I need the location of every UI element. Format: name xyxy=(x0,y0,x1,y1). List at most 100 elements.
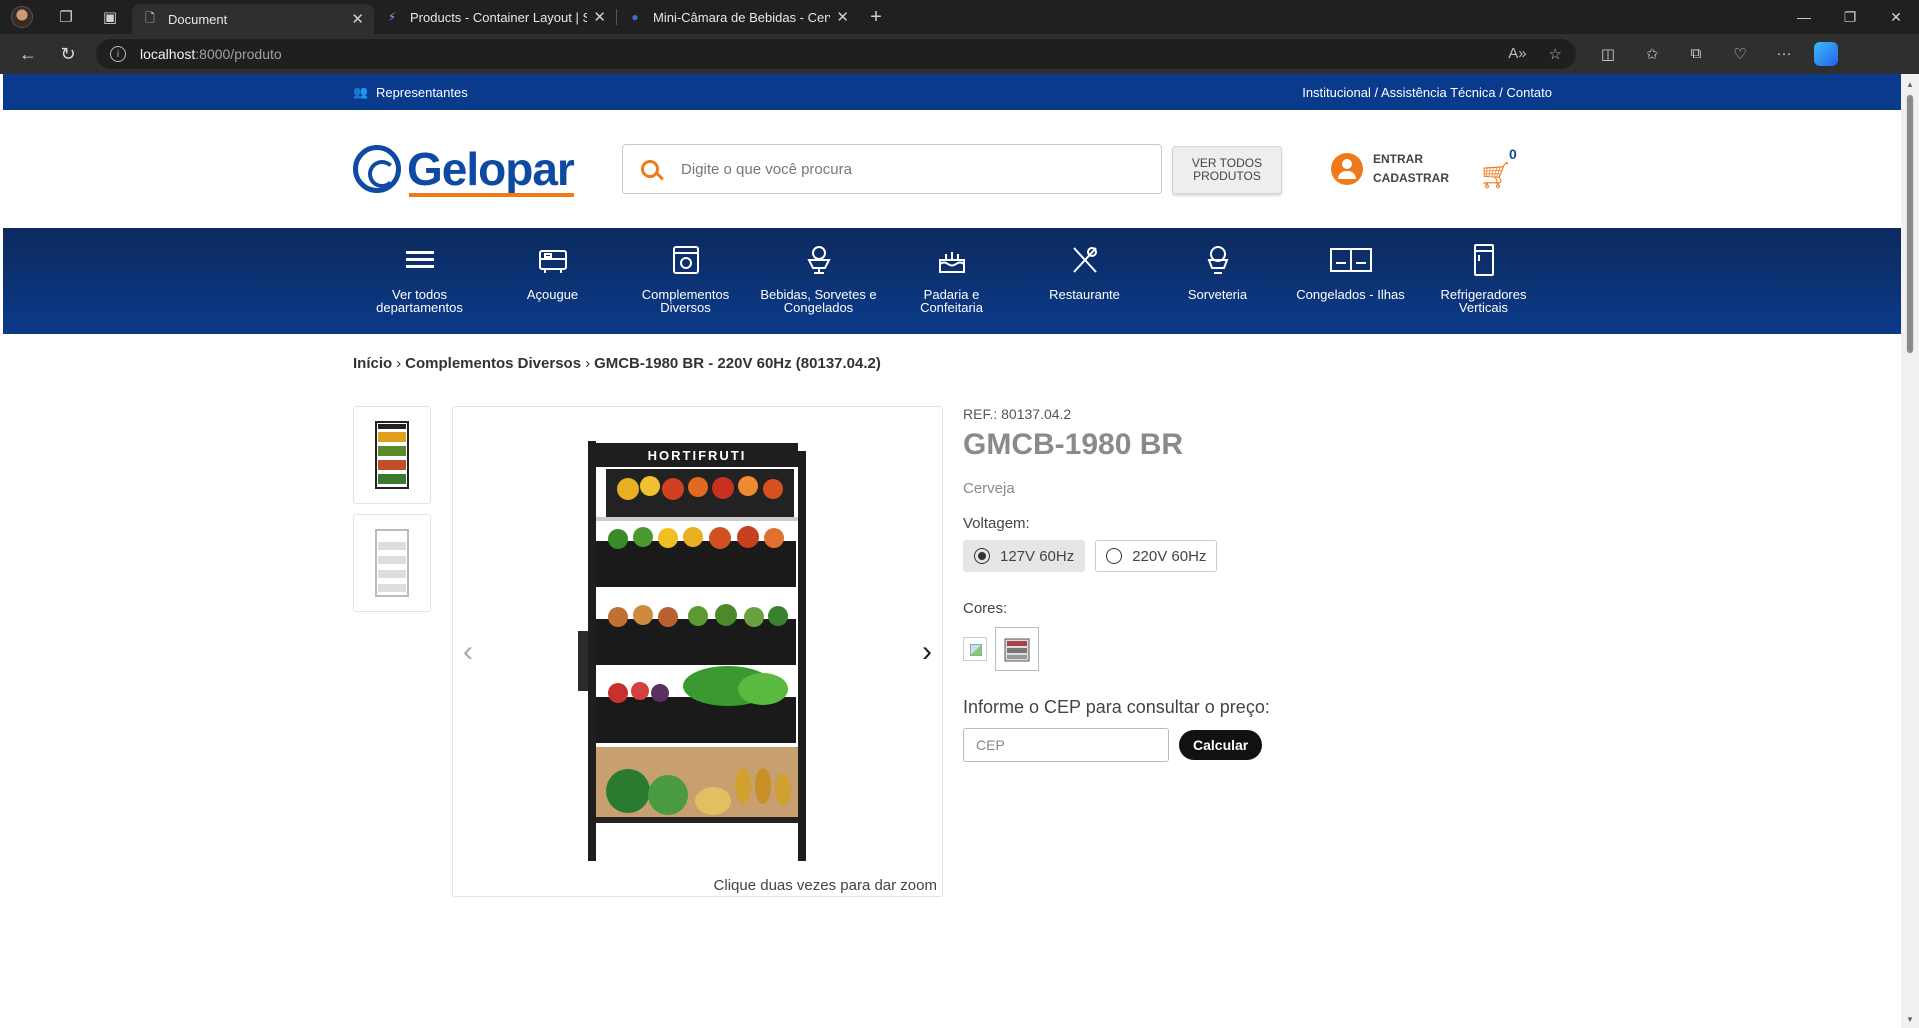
zoom-hint: Clique duas vezes para dar zoom xyxy=(713,877,937,894)
product-thumbnail-1[interactable] xyxy=(353,406,431,504)
login-link[interactable]: ENTRAR CADASTRAR xyxy=(1331,150,1449,188)
fridge-icon xyxy=(1472,242,1496,278)
url-host: localhost xyxy=(140,46,196,62)
browser-tab-1[interactable]: 🗋 Document ✕ xyxy=(132,4,374,34)
scroll-up-icon[interactable]: ▲ xyxy=(1906,80,1914,89)
browser-tab-3[interactable]: ● Mini-Câmara de Bebidas - Cervej ✕ xyxy=(617,0,859,34)
new-tab-button[interactable]: + xyxy=(859,6,893,29)
voltage-option-220v[interactable]: 220V 60Hz xyxy=(1095,540,1218,572)
profile-avatar[interactable] xyxy=(0,0,44,34)
tab-actions-icon[interactable]: ▣ xyxy=(88,0,132,34)
site-info-icon[interactable]: i xyxy=(110,46,126,62)
product-photo: HORTIFRUTI xyxy=(578,441,806,861)
collections-icon[interactable]: ⧉ xyxy=(1674,45,1718,63)
category-congelados-ilhas[interactable]: Congelados - Ilhas xyxy=(1284,228,1417,334)
breadcrumb-separator: › xyxy=(396,355,402,372)
product-info: REF.: 80137.04.2 GMCB-1980 BR Cerveja Vo… xyxy=(963,406,1463,762)
ice-cream-icon xyxy=(1203,242,1233,278)
voltage-option-127v[interactable]: 127V 60Hz xyxy=(963,540,1086,572)
back-icon[interactable]: ← xyxy=(8,38,48,70)
calcular-button[interactable]: Calcular xyxy=(1179,730,1263,760)
close-icon[interactable]: ✕ xyxy=(836,8,849,26)
cart-icon: 🛒︎ xyxy=(1479,160,1513,190)
color-options xyxy=(963,627,1463,671)
breadcrumb-current: GMCB-1980 BR - 220V 60Hz (80137.04.2) xyxy=(594,355,881,372)
category-ver-todos[interactable]: Ver todos departamentos xyxy=(353,228,486,334)
cake-icon xyxy=(936,242,968,278)
read-aloud-icon[interactable]: A» xyxy=(1508,45,1526,63)
cep-input[interactable] xyxy=(963,728,1169,762)
copilot-icon[interactable] xyxy=(1814,42,1838,66)
category-label: Padaria e Confeitaria xyxy=(920,287,983,315)
cadastrar-label: CADASTRAR xyxy=(1373,171,1449,185)
cart-button[interactable]: 🛒︎ 0 xyxy=(1479,146,1519,190)
favorite-star-icon[interactable]: ☆ xyxy=(1549,45,1562,63)
breadcrumb-category[interactable]: Complementos Diversos xyxy=(405,355,581,372)
url-input[interactable]: i localhost :8000/produto A» ☆ xyxy=(96,39,1576,69)
ice-cream-bowl-icon xyxy=(804,242,834,278)
chevron-right-icon[interactable]: › xyxy=(922,635,932,669)
restore-icon[interactable]: ❐ xyxy=(1827,9,1873,26)
browser-tab-2[interactable]: ⚡ Products - Container Layout | Sne ✕ xyxy=(374,0,616,34)
search-input[interactable] xyxy=(681,160,1141,178)
close-icon[interactable]: ✕ xyxy=(351,10,364,28)
category-nav: Ver todos departamentos Açougue Compleme… xyxy=(3,228,1901,334)
top-strip: 👥 Representantes Institucional / Assistê… xyxy=(3,74,1901,110)
radio-selected-icon xyxy=(974,548,990,564)
close-icon[interactable]: ✕ xyxy=(593,8,606,26)
category-padaria[interactable]: Padaria e Confeitaria xyxy=(885,228,1018,334)
display-case-icon xyxy=(670,242,702,278)
chevron-left-icon[interactable]: ‹ xyxy=(463,635,473,669)
gelopar-icon: ● xyxy=(631,10,639,24)
close-window-icon[interactable]: ✕ xyxy=(1873,9,1919,26)
category-label: Complementos Diversos xyxy=(641,287,730,315)
category-complementos[interactable]: Complementos Diversos xyxy=(619,228,752,334)
more-menu-icon[interactable]: ··· xyxy=(1762,45,1806,63)
category-label: Açougue xyxy=(526,287,579,302)
logo-mark-icon xyxy=(353,145,401,193)
login-text: ENTRAR CADASTRAR xyxy=(1373,150,1449,188)
institutional-links[interactable]: Institucional / Assistência Técnica / Co… xyxy=(1302,85,1552,100)
category-acougue[interactable]: Açougue xyxy=(486,228,619,334)
tab-title: Mini-Câmara de Bebidas - Cervej xyxy=(653,9,831,25)
category-restaurante[interactable]: Restaurante xyxy=(1018,228,1151,334)
split-screen-icon[interactable]: ◫ xyxy=(1586,45,1630,63)
category-label: Congelados - Ilhas xyxy=(1296,287,1405,302)
gelopar-logo[interactable]: Gelopar xyxy=(353,143,575,197)
product-section: ‹ HORTIFRUTI › Clique duas vezes para da… xyxy=(3,406,1901,1006)
menu-icon xyxy=(405,242,434,278)
window-controls: — ❐ ✕ xyxy=(1781,9,1919,26)
favorites-icon[interactable]: ✩ xyxy=(1630,45,1674,63)
page-content: 👥 Representantes Institucional / Assistê… xyxy=(3,74,1901,1028)
breadcrumb: Início › Complementos Diversos › GMCB-1980 B… xyxy=(3,334,1901,406)
color-swatch-image[interactable] xyxy=(995,627,1039,671)
category-label: Sorveteria xyxy=(1187,287,1248,302)
scroll-down-icon[interactable]: ▼ xyxy=(1906,1015,1914,1024)
product-thumbnail-2[interactable] xyxy=(353,514,431,612)
category-refrigeradores[interactable]: Refrigeradores Verticais xyxy=(1417,228,1550,334)
representantes-label: Representantes xyxy=(375,84,468,100)
browser-essentials-icon[interactable]: ♡ xyxy=(1718,45,1762,63)
voltage-options: 127V 60Hz 220V 60Hz xyxy=(963,540,1463,572)
cep-label: Informe o CEP para consultar o preço: xyxy=(963,697,1270,717)
category-bebidas[interactable]: Bebidas, Sorvetes e Congelados xyxy=(752,228,885,334)
breadcrumb-home[interactable]: Início xyxy=(353,355,392,372)
page-scrollbar[interactable]: ▲ ▼ xyxy=(1901,74,1919,1028)
ver-todos-produtos-button[interactable]: VER TODOS PRODUTOS xyxy=(1172,146,1282,194)
product-main-image[interactable]: ‹ HORTIFRUTI › Clique duas vezes para da… xyxy=(452,406,943,897)
product-ref: REF.: 80137.04.2 xyxy=(963,406,1072,422)
category-sorveteria[interactable]: Sorveteria xyxy=(1151,228,1284,334)
browser-tab-bar: ❐ ▣ 🗋 Document ✕ ⚡ Products - Container … xyxy=(0,0,1919,34)
cutlery-icon xyxy=(1069,242,1101,278)
color-swatch-broken-image[interactable] xyxy=(963,637,987,661)
meat-counter-icon xyxy=(537,242,569,278)
tab-title: Products - Container Layout | Sne xyxy=(410,9,588,25)
workspaces-icon[interactable]: ❐ xyxy=(44,0,88,34)
minimize-icon[interactable]: — xyxy=(1781,9,1827,26)
representantes-link[interactable]: 👥 Representantes xyxy=(353,85,468,100)
scrollbar-thumb[interactable] xyxy=(1906,94,1914,354)
cart-count: 0 xyxy=(1509,146,1517,162)
logo-text: Gelopar xyxy=(407,143,575,197)
refresh-icon[interactable]: ↻ xyxy=(48,38,88,70)
search-icon[interactable] xyxy=(641,160,659,178)
